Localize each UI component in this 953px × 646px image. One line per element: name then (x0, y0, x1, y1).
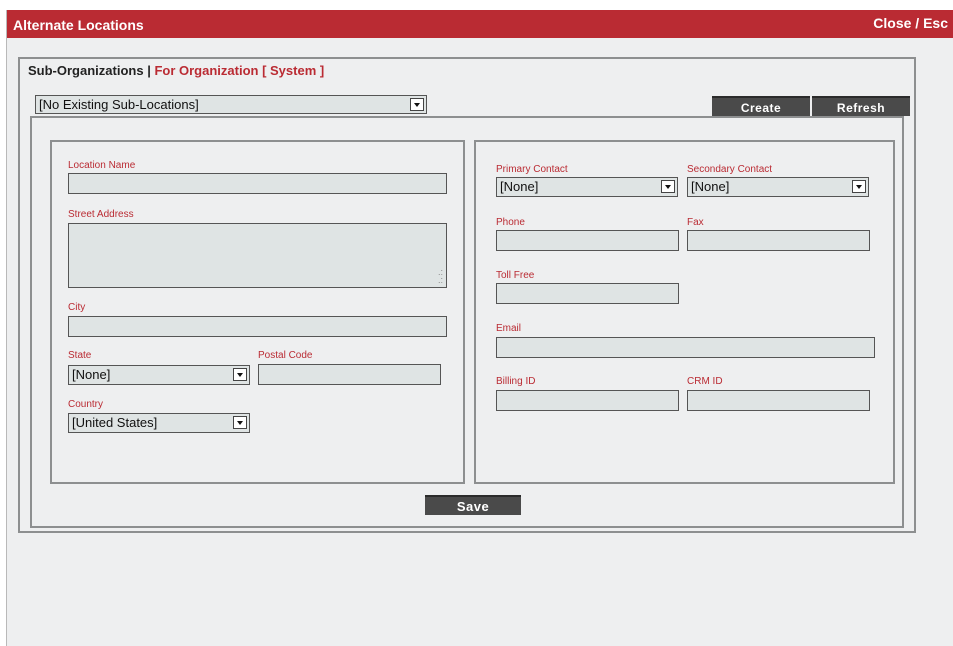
state-select-value: [None] (72, 367, 111, 382)
country-select[interactable]: [United States] (68, 413, 250, 433)
chevron-down-icon[interactable] (852, 180, 866, 193)
crm-id-input[interactable] (687, 390, 870, 411)
secondary-contact-label: Secondary Contact (687, 164, 773, 175)
postal-code-label: Postal Code (258, 350, 313, 361)
save-button[interactable]: Save (425, 495, 521, 515)
fax-input[interactable] (687, 230, 870, 251)
fax-label: Fax (687, 217, 704, 228)
secondary-contact-select[interactable]: [None] (687, 177, 869, 197)
dialog-title: Alternate Locations (13, 17, 144, 33)
dialog-titlebar: Alternate Locations Close / Esc (7, 10, 953, 38)
city-input[interactable] (68, 316, 447, 337)
toll-free-label: Toll Free (496, 270, 535, 281)
phone-input[interactable] (496, 230, 679, 251)
billing-id-label: Billing ID (496, 376, 536, 387)
primary-contact-select[interactable]: [None] (496, 177, 678, 197)
street-address-label: Street Address (68, 209, 134, 220)
toll-free-input[interactable] (496, 283, 679, 304)
location-name-input[interactable] (68, 173, 447, 194)
street-address-textarea[interactable]: .:.: (68, 223, 447, 288)
postal-code-input[interactable] (258, 364, 441, 385)
crm-id-label: CRM ID (687, 376, 723, 387)
refresh-button[interactable]: Refresh (812, 96, 910, 116)
chevron-down-icon[interactable] (233, 368, 247, 381)
sub-location-select-value: [No Existing Sub-Locations] (39, 97, 199, 112)
chevron-down-icon[interactable] (410, 98, 424, 111)
email-input[interactable] (496, 337, 875, 358)
sub-organizations-label: Sub-Organizations (28, 63, 144, 78)
email-label: Email (496, 323, 522, 334)
close-button[interactable]: Close / Esc (873, 15, 948, 31)
resize-grip-icon[interactable]: .:.: (438, 268, 443, 285)
location-name-label: Location Name (68, 160, 136, 171)
primary-contact-label: Primary Contact (496, 164, 568, 175)
country-label: Country (68, 399, 104, 410)
chevron-down-icon[interactable] (233, 416, 247, 429)
chevron-down-icon[interactable] (661, 180, 675, 193)
section-heading: Sub-Organizations | For Organization [ S… (28, 63, 324, 78)
billing-id-input[interactable] (496, 390, 679, 411)
state-label: State (68, 350, 92, 361)
country-select-value: [United States] (72, 415, 158, 430)
primary-contact-select-value: [None] (500, 179, 539, 194)
heading-separator: | (147, 63, 151, 78)
secondary-contact-select-value: [None] (691, 179, 730, 194)
phone-label: Phone (496, 217, 525, 228)
city-label: City (68, 302, 86, 313)
sub-location-select[interactable]: [No Existing Sub-Locations] (35, 95, 427, 114)
state-select[interactable]: [None] (68, 365, 250, 385)
create-button[interactable]: Create (712, 96, 810, 116)
organization-label: For Organization [ System ] (154, 63, 325, 78)
